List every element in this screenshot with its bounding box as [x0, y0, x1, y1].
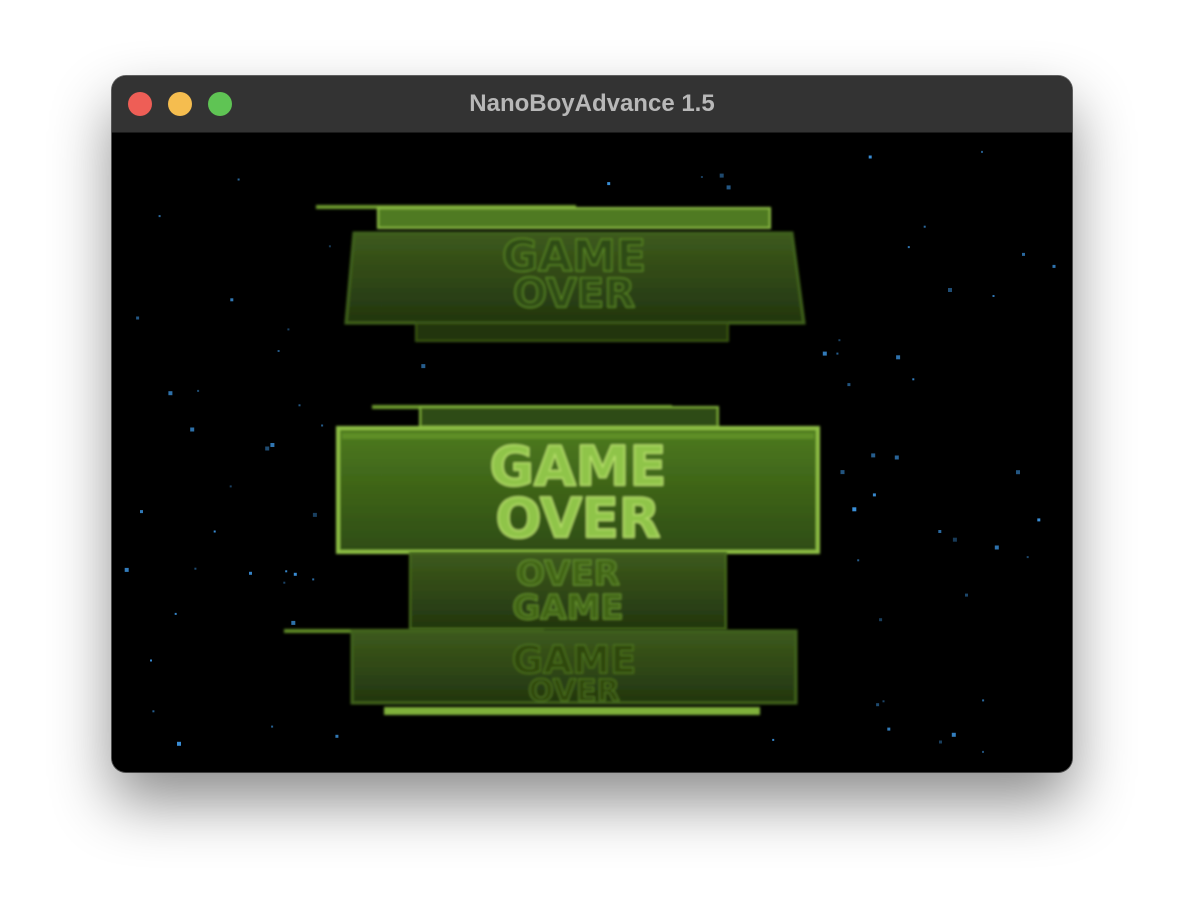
star — [912, 378, 915, 381]
star — [287, 328, 290, 331]
star — [271, 725, 274, 728]
star — [894, 455, 899, 460]
star — [951, 732, 956, 737]
star — [726, 185, 731, 190]
star — [285, 570, 288, 573]
star — [270, 443, 275, 447]
star — [872, 493, 876, 497]
star — [982, 750, 984, 753]
star — [836, 352, 839, 355]
star — [939, 740, 942, 744]
star — [948, 288, 952, 292]
star — [876, 703, 880, 707]
star — [1037, 518, 1041, 522]
star — [321, 424, 324, 427]
star — [213, 530, 216, 533]
star — [852, 507, 857, 512]
star — [840, 470, 845, 475]
star — [868, 155, 872, 159]
star — [229, 485, 232, 488]
star — [150, 659, 152, 662]
star — [965, 593, 968, 597]
game-screen-canvas: GAME OVER GAME OVER OVER GAME GAME OVER — [124, 150, 1056, 753]
star — [230, 298, 234, 302]
star — [177, 741, 181, 746]
star — [1052, 264, 1056, 268]
game-screen[interactable]: GAME OVER GAME OVER OVER GAME GAME OVER — [112, 133, 1072, 772]
star — [1016, 470, 1020, 475]
star — [882, 700, 885, 703]
star — [700, 176, 703, 178]
star — [249, 571, 252, 575]
game-over-plate-center: GAME OVER — [336, 405, 820, 554]
window-title: NanoBoyAdvance 1.5 — [469, 90, 715, 117]
title-bar[interactable]: NanoBoyAdvance 1.5 — [112, 76, 1072, 133]
star — [992, 295, 995, 297]
star — [887, 727, 891, 731]
star — [197, 389, 200, 392]
star — [938, 530, 942, 533]
star — [847, 383, 851, 387]
star — [140, 510, 143, 514]
star — [298, 404, 301, 407]
star — [194, 567, 197, 570]
star — [607, 182, 611, 186]
game-over-plate-bottom: GAME OVER — [284, 629, 798, 715]
star — [328, 245, 331, 248]
emulator-window: NanoBoyAdvance 1.5 GAME OVER GAME OVER O… — [112, 76, 1072, 772]
game-over-plate-top: GAME OVER — [316, 205, 806, 342]
plate-bottom-line2: OVER — [528, 674, 620, 709]
star — [277, 350, 280, 352]
star — [994, 545, 999, 550]
plate-center-line2: OVER — [496, 487, 661, 550]
star — [981, 150, 983, 153]
star — [421, 364, 426, 369]
star — [772, 738, 775, 741]
star — [293, 572, 297, 576]
star — [879, 618, 883, 622]
star — [283, 581, 286, 584]
star — [174, 612, 177, 615]
game-over-plate-lower: OVER GAME — [409, 552, 727, 630]
star — [719, 173, 724, 178]
star — [335, 734, 339, 738]
star — [907, 246, 910, 249]
star — [1022, 252, 1025, 256]
star — [124, 567, 129, 572]
star — [871, 453, 876, 458]
star — [237, 178, 240, 181]
star — [838, 339, 841, 342]
star — [312, 512, 317, 517]
star — [982, 699, 985, 702]
plate-lower-line2: GAME — [512, 588, 623, 628]
star — [265, 446, 270, 451]
star — [923, 225, 926, 228]
star — [312, 578, 315, 581]
star — [822, 351, 827, 356]
star — [152, 710, 155, 713]
star — [896, 355, 901, 360]
star — [291, 620, 296, 625]
plate-top-line2: OVER — [513, 271, 635, 317]
star — [136, 316, 140, 320]
star — [857, 559, 860, 562]
star — [952, 537, 957, 542]
star — [168, 391, 173, 396]
star — [1026, 556, 1029, 559]
star — [158, 215, 161, 218]
star — [190, 427, 195, 432]
